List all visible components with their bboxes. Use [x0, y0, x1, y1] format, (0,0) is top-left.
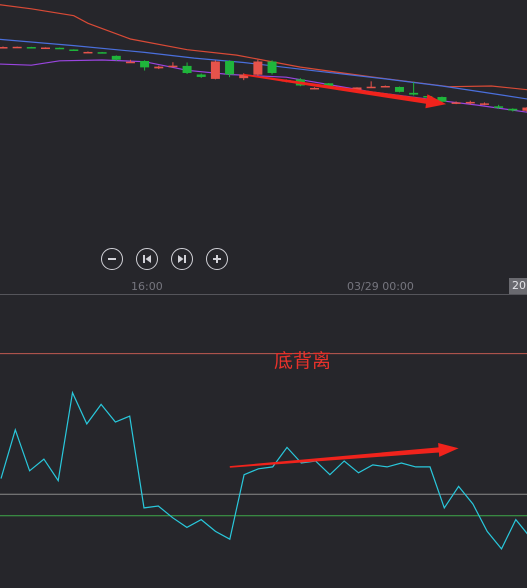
candle-body — [394, 86, 404, 92]
plus-icon — [213, 255, 221, 263]
candle-body — [69, 49, 79, 51]
candle — [97, 51, 107, 54]
candle — [366, 81, 376, 89]
candle — [154, 65, 164, 70]
x-tick-label: 16:00 — [131, 280, 163, 293]
candle-body — [26, 47, 36, 49]
candle-body — [310, 87, 320, 90]
candle — [40, 47, 50, 50]
candle — [55, 47, 65, 50]
candle-body — [182, 65, 192, 74]
candle — [0, 46, 8, 49]
candle-body — [225, 61, 235, 75]
candle-body — [140, 61, 150, 68]
candle-body — [125, 61, 135, 64]
candle-body — [168, 65, 178, 68]
divergence-annotation: 底背离 — [274, 350, 332, 372]
oscillator-panel — [0, 353, 527, 551]
candle — [267, 60, 277, 75]
candle-body — [267, 61, 277, 74]
next-button[interactable] — [171, 248, 193, 270]
candle — [69, 49, 79, 51]
price-panel — [0, 4, 527, 113]
candle — [168, 62, 178, 68]
candle-body — [97, 52, 107, 54]
candle-body — [55, 47, 65, 50]
oscillator-line — [0, 390, 527, 551]
candle-body — [451, 102, 461, 104]
skip-forward-icon — [178, 255, 186, 263]
candle — [394, 86, 404, 93]
candle-body — [0, 47, 8, 49]
x-tick-label: 03/29 00:00 — [347, 280, 414, 293]
candle — [12, 46, 22, 49]
candle-body — [409, 92, 419, 95]
candle-body — [508, 108, 518, 111]
candle — [182, 62, 192, 74]
candle-body — [111, 55, 121, 60]
candle — [210, 60, 220, 80]
candle — [409, 82, 419, 96]
candle — [380, 85, 390, 88]
candle-body — [83, 51, 93, 54]
zoom-in-button[interactable] — [206, 248, 228, 270]
candle-body — [12, 46, 22, 49]
candle-body — [210, 61, 220, 79]
candle — [140, 60, 150, 71]
candle-body — [253, 61, 263, 75]
zoom-out-button[interactable] — [101, 248, 123, 270]
candle-body — [40, 47, 50, 50]
candle-body — [479, 103, 489, 105]
candle — [522, 107, 527, 112]
minus-icon — [108, 258, 116, 260]
candle-body — [494, 106, 504, 108]
candle-body — [522, 107, 527, 111]
previous-button[interactable] — [136, 248, 158, 270]
candle — [239, 73, 249, 81]
candle-body — [380, 85, 390, 88]
candle — [196, 73, 206, 78]
candle — [253, 59, 263, 76]
oscillator-divergence-arrow — [229, 443, 459, 468]
candle — [310, 87, 320, 90]
candle-body — [366, 86, 376, 89]
skip-back-icon — [143, 255, 151, 263]
candle-body — [154, 66, 164, 69]
candle — [26, 46, 36, 49]
candle — [83, 51, 93, 54]
current-time-badge: 20 — [509, 278, 527, 294]
candle-body — [196, 74, 206, 77]
middle-band-line — [0, 38, 527, 100]
candle — [479, 102, 489, 106]
chart-canvas — [0, 4, 527, 551]
price-divergence-arrow — [243, 73, 447, 109]
candle-body — [465, 101, 475, 104]
